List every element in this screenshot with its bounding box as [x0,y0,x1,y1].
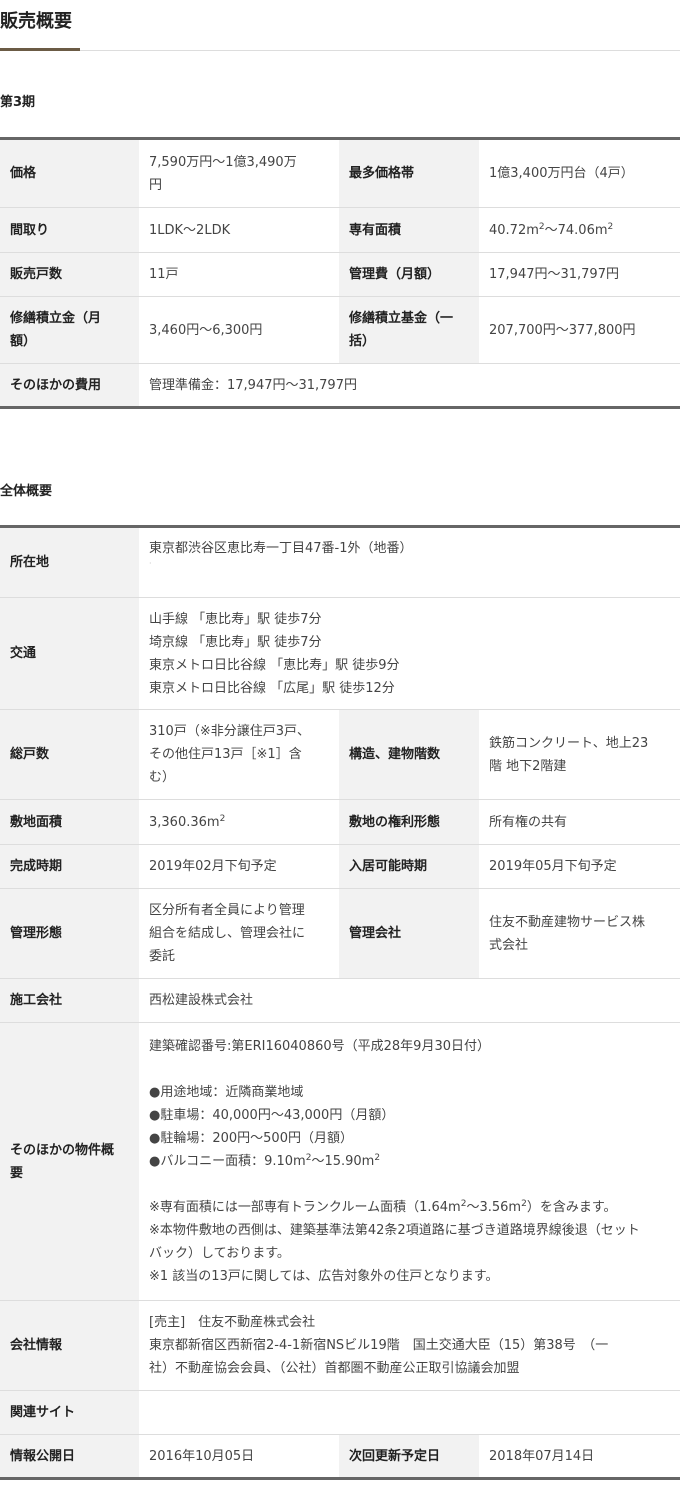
completion-label: 完成時期 [0,844,139,889]
other-cost-label: そのほかの費用 [0,363,139,408]
area-value: 40.72m2～74.06m2 [479,207,680,253]
total-units-label: 総戸数 [0,709,139,800]
table-row: 所在地 東京都渋谷区恵比寿一丁目47番-1外（地番） · [0,526,680,598]
access-label: 交通 [0,597,139,710]
mgmt-form-label: 管理形態 [0,888,139,979]
access-line: 東京メトロ日比谷線 「広尾」駅 徒歩12分 [149,680,395,696]
layout-label: 間取り [0,207,139,253]
layout-value: 1LDK～2LDK [139,207,339,253]
repair-value: 3,460円～6,300円 [139,296,339,364]
table-row: 修繕積立金（月 額） 3,460円～6,300円 修繕積立基金（一 括） 207… [0,296,680,364]
mgmt-fee-value: 17,947円～31,797円 [479,252,680,297]
completion-value: 2019年02月下旬予定 [139,844,339,889]
table-row: 管理形態 区分所有者全員により管理 組合を結成し、管理会社に 委託 管理会社 住… [0,888,680,979]
table-row: そのほかの費用 管理準備金：17,947円～31,797円 [0,363,680,408]
title-underline [0,48,80,51]
site-right-label: 敷地の権利形態 [339,799,479,845]
other-info-value: 建築確認番号:第ERI16040860号（平成28年9月30日付） ●用途地域：… [139,1022,680,1301]
table-row: 総戸数 310戸（※非分譲住戸3戸、 その他住戸13戸［※1］含 む） 構造、建… [0,709,680,800]
mgmt-fee-label: 管理費（月額） [339,252,479,297]
top-price-label: 最多価格帯 [339,138,479,208]
page-title: 販売概要 [0,11,72,32]
mgmt-company-label: 管理会社 [339,888,479,979]
location-label: 所在地 [0,526,139,598]
page-header: 販売概要 [0,0,680,51]
top-price-value: 1億3,400万円台（4戸） [479,138,680,208]
table-row: 販売戸数 11戸 管理費（月額） 17,947円～31,797円 [0,252,680,297]
table-row: 会社情報 [売主] 住友不動産株式会社 東京都新宿区西新宿2-4-1新宿NSビル… [0,1300,680,1391]
repair-fund-value: 207,700円～377,800円 [479,296,680,364]
move-in-label: 入居可能時期 [339,844,479,889]
access-line: 山手線 「恵比寿」駅 徒歩7分 [149,611,322,627]
access-line: 埼京線 「恵比寿」駅 徒歩7分 [149,634,322,650]
published-label: 情報公開日 [0,1434,139,1479]
location-value: 東京都渋谷区恵比寿一丁目47番-1外（地番） · [139,526,680,598]
table-row: 敷地面積 3,360.36m2 敷地の権利形態 所有権の共有 [0,799,680,845]
table-row: 間取り 1LDK～2LDK 専有面積 40.72m2～74.06m2 [0,207,680,253]
sales-table: 価格 7,590万円～1億3,490万 円 最多価格帯 1億3,400万円台（4… [0,137,680,409]
next-update-label: 次回更新予定日 [339,1434,479,1479]
table-row: そのほかの物件概 要 建築確認番号:第ERI16040860号（平成28年9月3… [0,1022,680,1301]
builder-value: 西松建設株式会社 [139,978,680,1023]
price-value: 7,590万円～1億3,490万 円 [139,138,339,208]
site-area-label: 敷地面積 [0,799,139,845]
phase-heading: 第3期 [0,95,36,110]
overall-heading: 全体概要 [0,484,53,499]
repair-label: 修繕積立金（月 額） [0,296,139,364]
related-value [139,1390,680,1435]
company-value: [売主] 住友不動産株式会社 東京都新宿区西新宿2-4-1新宿NSビル19階 国… [139,1300,680,1391]
structure-label: 構造、建物階数 [339,709,479,800]
company-label: 会社情報 [0,1300,139,1391]
builder-label: 施工会社 [0,978,139,1023]
table-row: 情報公開日 2016年10月05日 次回更新予定日 2018年07月14日 [0,1434,680,1479]
other-cost-value: 管理準備金：17,947円～31,797円 [149,377,357,393]
next-update-value: 2018年07月14日 [489,1448,595,1464]
repair-fund-label: 修繕積立基金（一 括） [339,296,479,364]
structure-value: 鉄筋コンクリート、地上23 階 地下2階建 [479,709,680,800]
table-row: 施工会社 西松建設株式会社 [0,978,680,1023]
area-label: 専有面積 [339,207,479,253]
access-value: 山手線 「恵比寿」駅 徒歩7分 埼京線 「恵比寿」駅 徒歩7分 東京メトロ日比谷… [139,597,680,710]
overall-table: 所在地 東京都渋谷区恵比寿一丁目47番-1外（地番） · 交通 山手線 「恵比寿… [0,525,680,1480]
table-row: 価格 7,590万円～1億3,490万 円 最多価格帯 1億3,400万円台（4… [0,138,680,208]
table-row: 完成時期 2019年02月下旬予定 入居可能時期 2019年05月下旬予定 [0,844,680,889]
price-label: 価格 [0,138,139,208]
mgmt-company-value: 住友不動産建物サービス株 式会社 [479,888,680,979]
site-area-value: 3,360.36m2 [139,799,339,845]
move-in-value: 2019年05月下旬予定 [479,844,680,889]
related-label: 関連サイト [0,1390,139,1435]
site-right-value: 所有権の共有 [479,799,680,845]
table-row: 交通 山手線 「恵比寿」駅 徒歩7分 埼京線 「恵比寿」駅 徒歩7分 東京メトロ… [0,597,680,710]
mgmt-form-value: 区分所有者全員により管理 組合を結成し、管理会社に 委託 [139,888,339,979]
access-line: 東京メトロ日比谷線 「恵比寿」駅 徒歩9分 [149,657,400,673]
other-info-label: そのほかの物件概 要 [0,1022,139,1301]
total-units-value: 310戸（※非分譲住戸3戸、 その他住戸13戸［※1］含 む） [139,709,339,800]
published-value: 2016年10月05日 [149,1448,255,1464]
table-row: 関連サイト [0,1390,680,1435]
units-label: 販売戸数 [0,252,139,297]
units-value: 11戸 [139,252,339,297]
